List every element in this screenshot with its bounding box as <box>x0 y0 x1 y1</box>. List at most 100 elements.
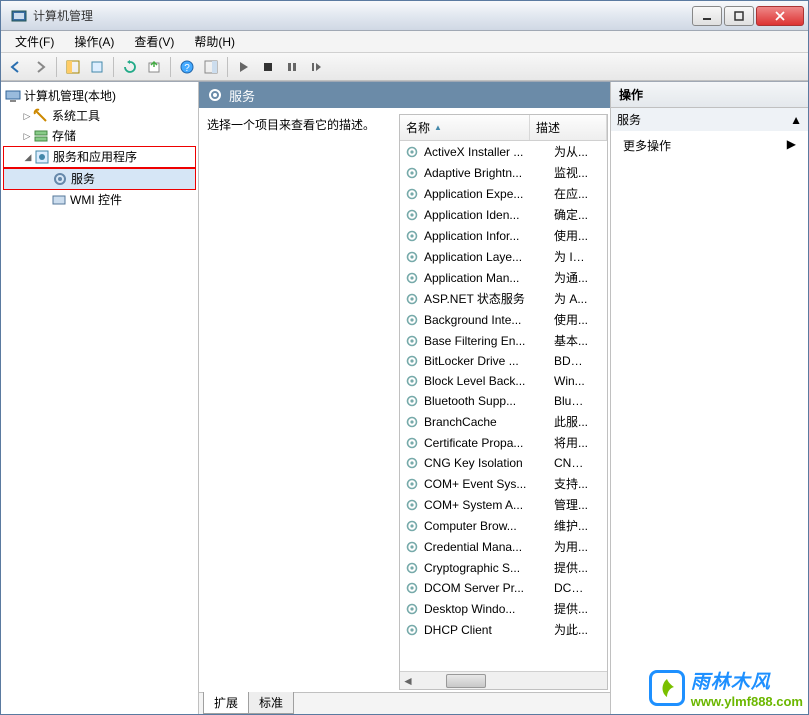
export-button[interactable] <box>143 56 165 78</box>
tab-standard[interactable]: 标准 <box>248 692 294 714</box>
service-desc: Blue... <box>554 394 588 408</box>
service-row[interactable]: ActiveX Installer ... 为从... <box>400 141 607 162</box>
tree-pane[interactable]: 计算机管理(本地) ▷ 系统工具 ▷ 存储 ◢ 服务和应用程序 服务 <box>1 82 199 714</box>
service-row[interactable]: BitLocker Drive ... BDE... <box>400 351 607 371</box>
column-desc-label: 描述 <box>536 119 560 136</box>
gear-icon <box>404 393 420 409</box>
refresh-button[interactable] <box>119 56 141 78</box>
service-desc: 为用... <box>554 538 588 555</box>
service-row[interactable]: Block Level Back... Win... <box>400 371 607 391</box>
gear-icon <box>404 291 420 307</box>
maximize-button[interactable] <box>724 6 754 26</box>
gear-icon <box>404 476 420 492</box>
actions-section-services[interactable]: 服务 ▲ <box>611 108 808 131</box>
tree-storage[interactable]: ▷ 存储 <box>3 126 196 146</box>
services-title: 服务 <box>229 86 255 105</box>
services-apps-icon <box>34 149 50 165</box>
wmi-icon <box>51 192 67 208</box>
watermark-brand: 雨林木风 <box>691 667 803 694</box>
play-button[interactable] <box>233 56 255 78</box>
titlebar: 计算机管理 <box>1 1 808 31</box>
service-name: BranchCache <box>424 415 554 429</box>
menu-action[interactable]: 操作(A) <box>66 31 122 52</box>
service-name: COM+ System A... <box>424 498 554 512</box>
service-name: Adaptive Brightn... <box>424 166 554 180</box>
service-row[interactable]: Application Iden... 确定... <box>400 204 607 225</box>
service-name: Bluetooth Supp... <box>424 394 554 408</box>
close-button[interactable] <box>756 6 804 26</box>
expand-icon[interactable]: ▷ <box>21 107 33 125</box>
actions-header: 操作 <box>611 82 808 108</box>
service-row[interactable]: DHCP Client 为此... <box>400 619 607 640</box>
column-desc[interactable]: 描述 <box>530 115 607 140</box>
service-name: ASP.NET 状态服务 <box>424 290 554 307</box>
watermark-url: www.ylmf888.com <box>691 694 803 709</box>
menu-view[interactable]: 查看(V) <box>126 31 182 52</box>
service-row[interactable]: DCOM Server Pr... DCO... <box>400 578 607 598</box>
service-row[interactable]: Application Infor... 使用... <box>400 225 607 246</box>
service-name: Background Inte... <box>424 313 554 327</box>
expand-icon[interactable]: ▷ <box>21 127 33 145</box>
tree-services-apps[interactable]: ◢ 服务和应用程序 <box>3 146 196 168</box>
service-row[interactable]: Credential Mana... 为用... <box>400 536 607 557</box>
actions-more[interactable]: 更多操作 ▶ <box>611 131 808 160</box>
service-desc: 将用... <box>554 434 588 451</box>
service-desc: 为 In... <box>554 248 588 265</box>
tree-wmi[interactable]: WMI 控件 <box>3 190 196 210</box>
gear-icon <box>404 539 420 555</box>
service-name: Application Expe... <box>424 187 554 201</box>
tree-root[interactable]: 计算机管理(本地) <box>3 86 196 106</box>
scrollbar-thumb[interactable] <box>446 674 486 688</box>
service-row[interactable]: Desktop Windo... 提供... <box>400 598 607 619</box>
tree-services[interactable]: 服务 <box>3 168 196 190</box>
gear-icon <box>404 435 420 451</box>
service-desc: 提供... <box>554 600 588 617</box>
service-desc: 基本... <box>554 332 588 349</box>
tools-icon <box>33 108 49 124</box>
service-row[interactable]: Background Inte... 使用... <box>400 309 607 330</box>
service-row[interactable]: Application Expe... 在应... <box>400 183 607 204</box>
separator <box>170 57 171 77</box>
service-desc: 此服... <box>554 413 588 430</box>
app-icon <box>11 8 27 24</box>
window-title: 计算机管理 <box>33 7 692 24</box>
service-row[interactable]: Certificate Propa... 将用... <box>400 432 607 453</box>
service-row[interactable]: Bluetooth Supp... Blue... <box>400 391 607 411</box>
menu-file[interactable]: 文件(F) <box>7 31 62 52</box>
collapse-icon[interactable]: ◢ <box>22 148 34 166</box>
service-row[interactable]: Computer Brow... 维护... <box>400 515 607 536</box>
tree-system-tools[interactable]: ▷ 系统工具 <box>3 106 196 126</box>
sort-asc-icon: ▲ <box>434 123 442 132</box>
service-row[interactable]: Cryptographic S... 提供... <box>400 557 607 578</box>
pause-button[interactable] <box>281 56 303 78</box>
service-row[interactable]: COM+ Event Sys... 支持... <box>400 473 607 494</box>
restart-button[interactable] <box>305 56 327 78</box>
tab-extended[interactable]: 扩展 <box>203 692 249 714</box>
back-button[interactable] <box>5 56 27 78</box>
gear-icon <box>404 414 420 430</box>
svg-text:?: ? <box>184 63 190 74</box>
column-name[interactable]: 名称 ▲ <box>400 115 530 140</box>
gear-icon <box>404 518 420 534</box>
service-row[interactable]: Application Laye... 为 In... <box>400 246 607 267</box>
service-row[interactable]: ASP.NET 状态服务 为 A... <box>400 288 607 309</box>
stop-button[interactable] <box>257 56 279 78</box>
service-row[interactable]: Base Filtering En... 基本... <box>400 330 607 351</box>
horizontal-scrollbar[interactable]: ◄ <box>400 671 607 689</box>
service-row[interactable]: CNG Key Isolation CNG... <box>400 453 607 473</box>
service-desc: 支持... <box>554 475 588 492</box>
actions-more-label: 更多操作 <box>623 137 671 154</box>
forward-button[interactable] <box>29 56 51 78</box>
service-row[interactable]: Application Man... 为通... <box>400 267 607 288</box>
show-tree-button[interactable] <box>62 56 84 78</box>
action-pane-button[interactable] <box>200 56 222 78</box>
service-row[interactable]: Adaptive Brightn... 监视... <box>400 162 607 183</box>
service-row[interactable]: BranchCache 此服... <box>400 411 607 432</box>
help-button[interactable]: ? <box>176 56 198 78</box>
menu-help[interactable]: 帮助(H) <box>186 31 243 52</box>
service-row[interactable]: COM+ System A... 管理... <box>400 494 607 515</box>
properties-button[interactable] <box>86 56 108 78</box>
content-area: 计算机管理(本地) ▷ 系统工具 ▷ 存储 ◢ 服务和应用程序 服务 <box>1 81 808 714</box>
minimize-button[interactable] <box>692 6 722 26</box>
list-body[interactable]: ActiveX Installer ... 为从... Adaptive Bri… <box>400 141 607 671</box>
